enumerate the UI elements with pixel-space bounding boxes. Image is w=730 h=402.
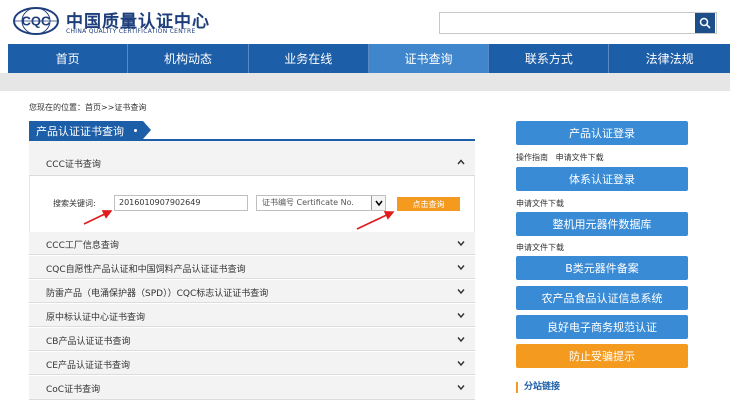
accordion-item[interactable]: CE产品认证证书查询 bbox=[29, 352, 475, 375]
chevron-down-icon bbox=[457, 337, 465, 343]
download-link[interactable]: 申请文件下载 bbox=[516, 242, 564, 253]
chevron-down-icon bbox=[457, 265, 465, 271]
product-cert-login-button[interactable]: 产品认证登录 bbox=[516, 121, 688, 145]
accordion-label: CB产品认证证书查询 bbox=[46, 337, 131, 347]
nav-laws[interactable]: 法律法规 bbox=[609, 44, 729, 73]
branch-links-title: 分站链接 bbox=[516, 382, 560, 393]
nav-cert-query[interactable]: 证书查询 bbox=[368, 44, 490, 73]
chevron-down-icon bbox=[457, 361, 465, 367]
title-dot-icon bbox=[134, 129, 137, 132]
accordion-label: CCC工厂信息查询 bbox=[46, 241, 119, 251]
accordion-item[interactable]: CoC证书查询 bbox=[29, 376, 475, 400]
accordion-label: CQC自愿性产品认证和中国饲料产品认证证书查询 bbox=[46, 265, 246, 275]
cqc-logo[interactable]: CQC bbox=[12, 6, 60, 36]
accordion-item[interactable]: CQC自愿性产品认证和中国饲料产品认证证书查询 bbox=[29, 256, 475, 279]
system-cert-login-button[interactable]: 体系认证登录 bbox=[516, 167, 688, 191]
accordion-label: CE产品认证证书查询 bbox=[46, 361, 130, 371]
keyword-label: 搜索关键词: bbox=[53, 199, 96, 208]
breadcrumb: 您现在的位置：首页>>证书查询 bbox=[29, 103, 147, 112]
svg-text:CQC: CQC bbox=[22, 14, 52, 29]
chevron-down-icon bbox=[457, 241, 465, 247]
chevron-down-icon bbox=[374, 200, 383, 206]
search-icon bbox=[699, 17, 711, 29]
main-nav: 首页 机构动态 业务在线 证书查询 联系方式 法律法规 bbox=[8, 44, 730, 73]
download-link[interactable]: 申请文件下载 bbox=[516, 198, 564, 209]
b-class-filing-button[interactable]: B类元器件备案 bbox=[516, 256, 688, 280]
search-button[interactable] bbox=[695, 13, 715, 33]
component-database-button[interactable]: 整机用元器件数据库 bbox=[516, 212, 688, 236]
chevron-down-icon bbox=[457, 313, 465, 319]
keyword-input[interactable]: 2016010907902649 bbox=[114, 195, 248, 211]
nav-news[interactable]: 机构动态 bbox=[128, 44, 249, 73]
accordion-label: 原中标认证中心证书查询 bbox=[46, 313, 146, 323]
nav-shadow-band bbox=[0, 73, 730, 91]
operation-guide-link[interactable]: 操作指南 bbox=[516, 153, 548, 162]
query-button[interactable]: 点击查询 bbox=[397, 197, 460, 211]
site-name-en: CHINA QUALITY CERTIFICATION CENTRE bbox=[66, 28, 196, 35]
accordion-label: 防雷产品（电涌保护器（SPD））CQC标志认证证书查询 bbox=[46, 289, 269, 299]
section-title-text: 产品认证证书查询 bbox=[36, 124, 124, 138]
guide-link[interactable]: 操作指南 申请文件下载 bbox=[516, 152, 604, 163]
download-link[interactable]: 申请文件下载 bbox=[556, 153, 604, 162]
chevron-down-icon bbox=[457, 289, 465, 295]
accordion-item[interactable]: CB产品认证证书查询 bbox=[29, 328, 475, 351]
accordion-item[interactable]: CCC工厂信息查询 bbox=[29, 232, 475, 255]
fraud-warning-button[interactable]: 防止受骗提示 bbox=[516, 344, 688, 368]
nav-contact[interactable]: 联系方式 bbox=[489, 44, 610, 73]
accordion-ccc-header[interactable]: CCC证书查询 bbox=[29, 141, 475, 176]
nav-home[interactable]: 首页 bbox=[8, 44, 129, 73]
accordion-label: CoC证书查询 bbox=[46, 385, 101, 395]
search-type-value: 证书编号 Certificate No. bbox=[262, 198, 354, 207]
section-title: 产品认证证书查询 bbox=[29, 121, 151, 140]
site-search-input[interactable] bbox=[439, 12, 717, 34]
accordion-label: CCC证书查询 bbox=[46, 160, 101, 170]
search-type-select[interactable]: 证书编号 Certificate No. bbox=[256, 195, 386, 211]
ecommerce-cert-button[interactable]: 良好电子商务规范认证 bbox=[516, 315, 688, 339]
agri-food-system-button[interactable]: 农产品食品认证信息系统 bbox=[516, 286, 688, 310]
dropdown-arrow[interactable] bbox=[371, 196, 385, 210]
accordion-item[interactable]: 防雷产品（电涌保护器（SPD））CQC标志认证证书查询 bbox=[29, 280, 475, 303]
nav-business[interactable]: 业务在线 bbox=[249, 44, 369, 73]
accordion-item[interactable]: 原中标认证中心证书查询 bbox=[29, 304, 475, 327]
chevron-down-icon bbox=[457, 385, 465, 391]
site-header: CQC 中国质量认证中心 CHINA QUALITY CERTIFICATION… bbox=[0, 0, 730, 42]
chevron-up-icon bbox=[457, 159, 465, 165]
